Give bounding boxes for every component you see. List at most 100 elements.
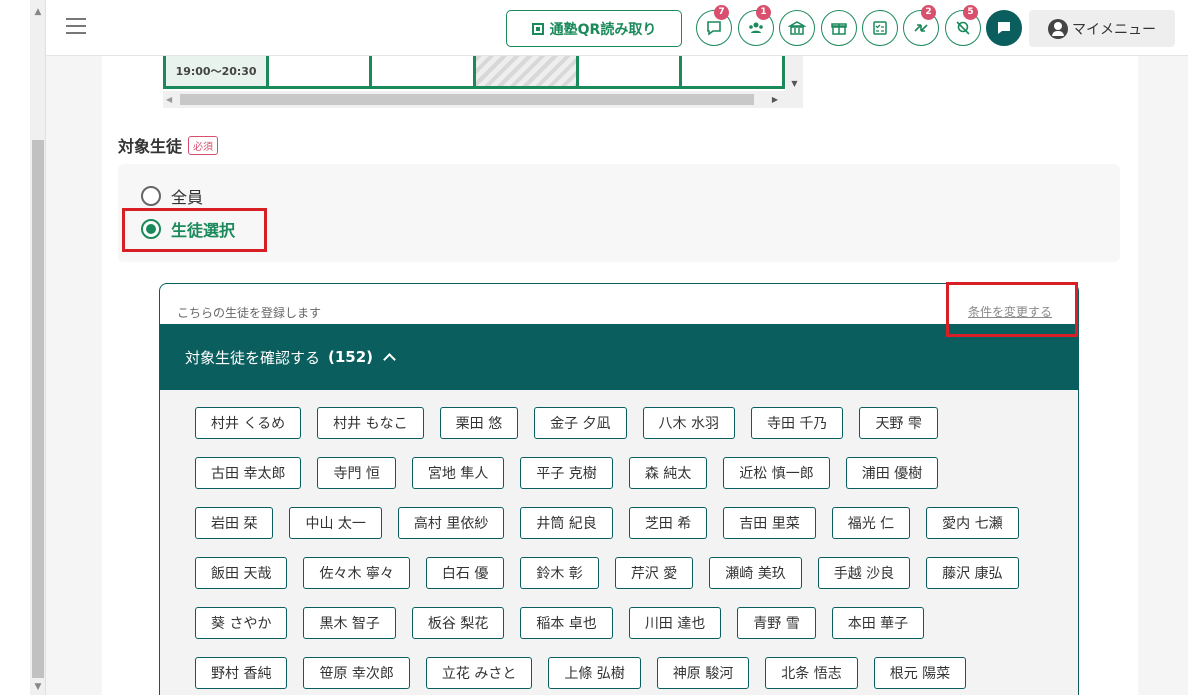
student-chip[interactable]: 愛内 七瀬: [926, 507, 1019, 539]
student-chip[interactable]: 瀬崎 美玖: [709, 557, 802, 589]
student-chip[interactable]: 川田 達也: [628, 607, 722, 639]
notification-badge: 2: [921, 5, 936, 20]
student-chip[interactable]: 芝田 希: [628, 507, 708, 539]
radio-unchecked-icon[interactable]: [141, 186, 161, 206]
student-chip[interactable]: 平子 克樹: [520, 457, 613, 489]
top-header: 通塾QR読み取り 7 1 2 5 マイメニュー: [46, 0, 1188, 56]
student-chip[interactable]: 藤沢 康弘: [926, 557, 1019, 589]
student-chip[interactable]: 葵 さやか: [195, 607, 288, 639]
location-off-button[interactable]: 5: [945, 5, 981, 46]
student-chip[interactable]: 板谷 梨花: [411, 607, 505, 639]
student-chip[interactable]: 寺田 千乃: [750, 407, 844, 439]
student-chip[interactable]: 北条 悟志: [765, 657, 858, 689]
scroll-left-arrow-icon[interactable]: ◀: [166, 91, 172, 108]
student-chip[interactable]: 福光 仁: [831, 507, 911, 539]
student-chip[interactable]: 野村 香純: [195, 657, 288, 689]
student-chip[interactable]: 佐々木 寧々: [303, 557, 410, 589]
my-menu-label: マイメニュー: [1072, 21, 1156, 38]
student-chip[interactable]: 鈴木 彰: [520, 557, 599, 589]
chat-icon: [707, 21, 721, 36]
school-icon: [788, 21, 806, 35]
student-chip[interactable]: 森 純太: [628, 457, 708, 489]
student-chip[interactable]: 浦田 優樹: [845, 457, 939, 489]
student-chip[interactable]: 上條 弘樹: [548, 657, 641, 689]
student-chip[interactable]: 本田 華子: [831, 607, 925, 639]
target-students-label: 対象生徒: [118, 137, 183, 156]
student-chip-row: 古田 幸太郎 寺門 恒宮地 隼人 平子 克樹森 純太 近松 慎一郎 浦田 優樹: [195, 457, 1078, 489]
users-icon: [749, 22, 763, 33]
gift-button[interactable]: [821, 10, 857, 46]
student-chip[interactable]: 吉田 里菜: [723, 507, 816, 539]
student-chip[interactable]: 天野 雫: [859, 407, 938, 439]
student-chip[interactable]: 岩田 栞: [195, 507, 274, 539]
student-chip[interactable]: 飯田 天哉: [195, 557, 288, 589]
student-chip[interactable]: 寺門 恒: [317, 457, 396, 489]
schedule-row: 19:00～20:30: [163, 56, 786, 89]
student-chip[interactable]: 村井 もなこ: [317, 407, 424, 439]
schedule-horizontal-scrollbar[interactable]: ◀ ▶: [163, 91, 803, 108]
schedule-scrollbar-thumb[interactable]: [180, 94, 754, 105]
transfer-button[interactable]: 2: [903, 5, 939, 46]
student-chip[interactable]: 笹原 幸次郎: [303, 657, 410, 689]
student-chip[interactable]: 芹沢 愛: [614, 557, 694, 589]
scroll-right-arrow-icon[interactable]: ▶: [772, 91, 778, 108]
student-chip[interactable]: 立花 みさと: [425, 657, 533, 689]
radio-option-all[interactable]: 全員: [141, 184, 203, 208]
student-chip[interactable]: 古田 幸太郎: [195, 457, 302, 489]
checklist-button[interactable]: [862, 10, 898, 46]
users-button[interactable]: 1: [738, 5, 774, 46]
scroll-down-arrow-icon[interactable]: ▼: [786, 77, 803, 91]
hamburger-menu-icon[interactable]: [66, 18, 88, 38]
schedule-time-cell: 19:00～20:30: [166, 56, 270, 86]
schedule-slot[interactable]: [682, 56, 786, 86]
student-count: (152): [328, 348, 374, 366]
student-chip[interactable]: 高村 里依紗: [397, 507, 505, 539]
schedule-vertical-scrollbar[interactable]: ▼: [786, 56, 803, 91]
student-chip[interactable]: 神原 駿河: [656, 657, 750, 689]
student-chip[interactable]: 村井 くるめ: [195, 407, 302, 439]
scroll-down-arrow-icon[interactable]: ▼: [30, 679, 46, 695]
student-chip[interactable]: 栗田 悠: [439, 407, 519, 439]
student-chip[interactable]: 青野 雪: [737, 607, 816, 639]
qr-code-icon: [531, 22, 544, 35]
school-button[interactable]: [779, 10, 815, 46]
student-chip[interactable]: 近松 慎一郎: [723, 457, 830, 489]
scroll-up-arrow-icon[interactable]: ▲: [30, 4, 46, 20]
schedule-slot[interactable]: [372, 56, 476, 86]
student-chip[interactable]: 黒木 智子: [303, 607, 396, 639]
confirm-students-toggle[interactable]: 対象生徒を確認する (152): [160, 324, 1078, 390]
student-chip[interactable]: 金子 夕凪: [534, 407, 627, 439]
notification-badge: 5: [963, 5, 978, 20]
left-strip: [0, 0, 30, 695]
student-chip-row: 村井 くるめ 村井 もなこ 栗田 悠金子 夕凪 八木 水羽 寺田 千乃 天野 雫: [195, 407, 1078, 439]
page-scrollbar[interactable]: ▲ ▼: [30, 0, 46, 695]
register-note: こちらの生徒を登録します: [177, 306, 322, 320]
required-badge: 必須: [188, 135, 219, 155]
student-chip[interactable]: 稲本 卓也: [520, 607, 613, 639]
student-chip[interactable]: 根元 陽菜: [873, 657, 967, 689]
notification-badge: 7: [714, 5, 729, 20]
radio-option-all-label: 全員: [171, 188, 204, 207]
student-chip-row: 飯田 天哉 佐々木 寧々 白石 優鈴木 彰芹沢 愛瀬崎 美玖 手越 沙良 藤沢 康弘: [195, 557, 1078, 589]
transfer-icon: [914, 24, 928, 32]
student-chip-row: 野村 香純 笹原 幸次郎 立花 みさと 上條 弘樹 神原 駿河 北条 悟志 根元 陽菜: [195, 657, 1078, 689]
student-chip[interactable]: 井筒 紀良: [520, 507, 613, 539]
student-chip[interactable]: 中山 太一: [289, 507, 382, 539]
qr-scan-button[interactable]: 通塾QR読み取り: [506, 10, 682, 47]
student-chips-area: 村井 くるめ 村井 もなこ 栗田 悠金子 夕凪 八木 水羽 寺田 千乃 天野 雫古田 幸太…: [160, 390, 1078, 695]
my-menu-button[interactable]: マイメニュー: [1029, 10, 1175, 47]
student-chip[interactable]: 宮地 隼人: [411, 457, 505, 489]
highlight-box-change-link: [946, 282, 1078, 337]
schedule-slot[interactable]: [269, 56, 373, 86]
gift-icon: [831, 23, 847, 35]
student-chip[interactable]: 白石 優: [425, 557, 505, 589]
student-chip-row: 岩田 栞中山 太一 高村 里依紗 井筒 紀良 芝田 希吉田 里菜 福光 仁愛内 七瀬: [195, 507, 1078, 539]
chat-button[interactable]: 7: [696, 5, 732, 46]
student-chip[interactable]: 手越 沙良: [817, 557, 911, 589]
message-icon: [998, 22, 1010, 34]
notification-badge: 1: [756, 5, 771, 20]
student-chip[interactable]: 八木 水羽: [642, 407, 735, 439]
page-scrollbar-thumb[interactable]: [32, 140, 44, 678]
schedule-slot[interactable]: [579, 56, 682, 86]
message-button[interactable]: [986, 10, 1022, 46]
